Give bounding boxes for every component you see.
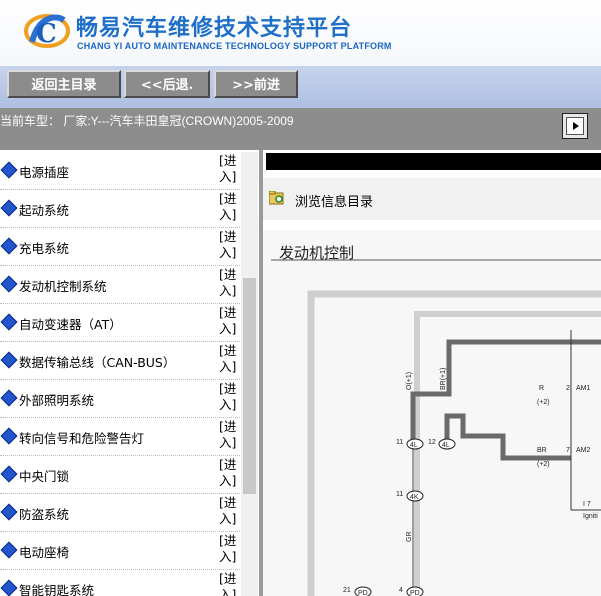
list-item[interactable]: 智能钥匙系统 [进入]: [0, 570, 240, 596]
connector-label: 4L: [442, 442, 450, 449]
list-item-label[interactable]: 充电系统: [19, 238, 69, 257]
nav-bar: 返回主目录 <<后退. >>前进: [0, 66, 601, 108]
pin-label: 4: [399, 587, 403, 594]
pin-label: 12: [428, 439, 436, 446]
wire-outer: [307, 290, 601, 596]
enter-link[interactable]: [进入]: [219, 191, 239, 223]
enter-link[interactable]: [进入]: [219, 457, 239, 489]
list-item-label[interactable]: 中央门锁: [19, 466, 69, 485]
diamond-bullet-icon: [0, 541, 18, 559]
browse-catalog-bar[interactable]: 浏览信息目录: [263, 178, 601, 220]
enter-link[interactable]: [进入]: [219, 343, 239, 375]
enter-link[interactable]: [进入]: [219, 419, 239, 451]
content-topbar: [266, 153, 601, 170]
list-item[interactable]: 防盗系统 [进入]: [0, 494, 240, 532]
wire-label: O(+1): [406, 372, 413, 390]
list-item[interactable]: 发动机控制系统 [进入]: [0, 266, 240, 304]
model-bar: 当前车型： 厂家:Y---汽车丰田皇冠(CROWN)2005-2009: [0, 108, 601, 150]
diamond-bullet-icon: [0, 237, 18, 255]
list-item[interactable]: 自动变速器（AT） [进入]: [0, 304, 240, 342]
pin-label: 2: [566, 385, 570, 392]
list-item-label[interactable]: 发动机控制系统: [19, 276, 107, 295]
system-list: 电源插座 [进入] 起动系统 [进入] 充电系统 [进入] 发动机控制系统 [进入] 自动变速器…: [0, 152, 258, 596]
current-model-label: 当前车型： 厂家:Y---汽车丰田皇冠(CROWN)2005-2009: [0, 114, 294, 128]
site-subtitle: CHANG YI AUTO MAINTENANCE TECHNOLOGY SUP…: [77, 41, 392, 51]
list-item-label[interactable]: 防盗系统: [19, 504, 69, 523]
list-item[interactable]: 外部照明系统 [进入]: [0, 380, 240, 418]
site-title: 畅易汽车维修技术支持平台: [76, 16, 353, 41]
enter-link[interactable]: [进入]: [219, 229, 239, 261]
diamond-bullet-icon: [0, 503, 18, 521]
wiring-diagram: 发动机控制 O(+1) BR(+1) R 2 AM1 (+2) BR 7 AM2 (+2) 11 12…: [263, 230, 601, 596]
list-item[interactable]: 起动系统 [进入]: [0, 190, 240, 228]
diamond-bullet-icon: [0, 275, 18, 293]
diamond-bullet-icon: [0, 351, 18, 369]
forward-button[interactable]: >>前进: [214, 70, 298, 98]
wire-label: GR: [406, 532, 413, 543]
browse-catalog-label: 浏览信息目录: [295, 195, 374, 210]
list-item-label[interactable]: 起动系统: [19, 200, 69, 219]
list-item[interactable]: 数据传输总线（CAN-BUS） [进入]: [0, 342, 240, 380]
connector-label: 4K: [410, 494, 419, 501]
cy-logo-icon: C: [24, 14, 70, 49]
pin-label: 11: [396, 439, 403, 446]
wire-label: AM2: [576, 447, 591, 454]
list-item-label[interactable]: 数据传输总线（CAN-BUS）: [19, 352, 175, 371]
list-item-label[interactable]: 外部照明系统: [19, 390, 94, 409]
back-button[interactable]: <<后退.: [124, 70, 210, 98]
svg-text:C: C: [36, 19, 57, 49]
enter-link[interactable]: [进入]: [219, 495, 239, 527]
wire-label: BR(+1): [440, 368, 447, 390]
wire-label: R: [539, 385, 544, 392]
content-panel: 浏览信息目录 发动机控制 O(+1) BR(+1) R 2 AM1 (+2) BR 7 AM2(…: [263, 150, 601, 596]
diamond-bullet-icon: [0, 199, 18, 217]
list-item-label[interactable]: 智能钥匙系统: [19, 580, 94, 596]
list-item[interactable]: 电动座椅 [进入]: [0, 532, 240, 570]
folder-search-icon: [269, 191, 284, 205]
list-scrollbar-thumb[interactable]: [243, 278, 256, 494]
wire-label: (+2): [537, 461, 550, 468]
enter-link[interactable]: [进入]: [219, 571, 239, 596]
list-item-label[interactable]: 自动变速器（AT）: [19, 314, 122, 333]
component-label: I 7: [583, 501, 591, 508]
wire-br: [444, 413, 571, 461]
wire-inner: [414, 311, 601, 596]
pin-label: 11: [396, 491, 403, 498]
home-button[interactable]: 返回主目录: [7, 70, 121, 98]
diamond-bullet-icon: [0, 389, 18, 407]
enter-link[interactable]: [进入]: [219, 533, 239, 565]
expand-button[interactable]: [562, 113, 588, 139]
diamond-bullet-icon: [0, 161, 18, 179]
enter-link[interactable]: [进入]: [219, 305, 239, 337]
list-item[interactable]: 中央门锁 [进入]: [0, 456, 240, 494]
list-item-label[interactable]: 电动座椅: [19, 542, 69, 561]
list-item-label[interactable]: 电源插座: [19, 162, 69, 181]
list-item[interactable]: 转向信号和危险警告灯 [进入]: [0, 418, 240, 456]
enter-link[interactable]: [进入]: [219, 381, 239, 413]
enter-link[interactable]: [进入]: [219, 153, 239, 185]
wiring-diagram-drawing: O(+1) BR(+1) R 2 AM1 (+2) BR 7 AM2 (+2) 11 12 4L 4L 11…: [271, 259, 601, 596]
enter-link[interactable]: [进入]: [219, 267, 239, 299]
pin-label: 21: [343, 587, 351, 594]
diamond-bullet-icon: [0, 579, 18, 596]
diamond-bullet-icon: [0, 427, 18, 445]
pin-label: 7: [566, 447, 570, 454]
wire-label: (+2): [537, 399, 550, 406]
component-label: Igniti: [583, 513, 598, 520]
wire-label: BR: [537, 447, 547, 454]
list-item[interactable]: 充电系统 [进入]: [0, 228, 240, 266]
wire-label: AM1: [576, 385, 591, 392]
expand-icon: [566, 117, 584, 135]
list-item[interactable]: 电源插座 [进入]: [0, 152, 240, 190]
list-item-label[interactable]: 转向信号和危险警告灯: [19, 428, 144, 447]
diamond-bullet-icon: [0, 313, 18, 331]
connector-label: 4L: [410, 442, 418, 449]
header: C 畅易汽车维修技术支持平台 CHANG YI AUTO MAINTENANCE…: [0, 0, 601, 66]
wire-r: [410, 339, 601, 440]
connector-label: PD: [358, 590, 368, 596]
connector-label: PD: [410, 590, 420, 596]
diamond-bullet-icon: [0, 465, 18, 483]
